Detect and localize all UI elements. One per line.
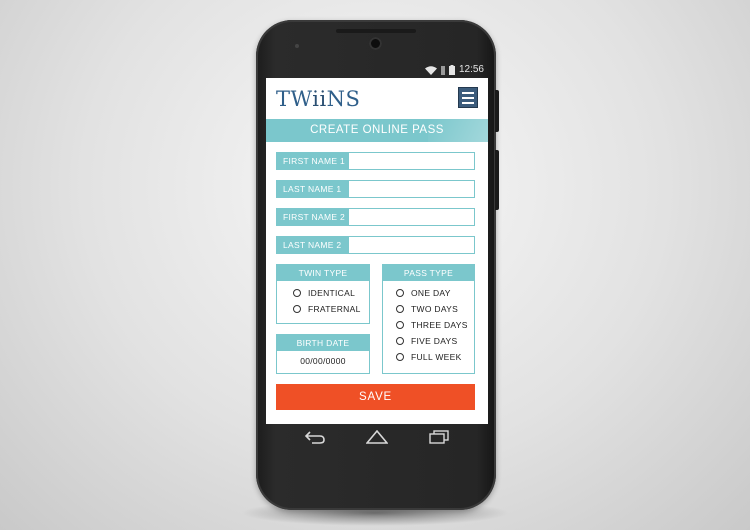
status-bar: 12:56 — [266, 62, 488, 78]
hamburger-menu-icon[interactable] — [458, 87, 478, 108]
radio-icon[interactable] — [396, 337, 404, 345]
option-label: ONE DAY — [411, 288, 451, 298]
back-icon[interactable] — [304, 430, 326, 444]
first-name-1-input[interactable] — [349, 153, 474, 169]
first-name-1-field[interactable]: FIRST NAME 1 — [276, 152, 475, 170]
radio-icon[interactable] — [396, 305, 404, 313]
field-label: FIRST NAME 2 — [277, 209, 349, 225]
birth-date-group[interactable]: BIRTH DATE 00/00/0000 — [276, 334, 370, 374]
logo-part: NS — [326, 87, 361, 111]
app-screen: TWiiNS CREATE ONLINE PASS FIRST NAME 1 L… — [266, 78, 488, 424]
field-label: FIRST NAME 1 — [277, 153, 349, 169]
pass-type-option-three-days[interactable]: THREE DAYS — [396, 317, 474, 333]
power-button — [495, 90, 499, 132]
logo-part: TW — [276, 87, 313, 111]
last-name-2-field[interactable]: LAST NAME 2 — [276, 236, 475, 254]
radio-icon[interactable] — [293, 289, 301, 297]
option-label: TWO DAYS — [411, 304, 459, 314]
sensor-dot — [295, 44, 299, 48]
page-title: CREATE ONLINE PASS — [266, 119, 488, 142]
last-name-2-input[interactable] — [349, 237, 474, 253]
twin-type-option-identical[interactable]: IDENTICAL — [293, 285, 369, 301]
save-button[interactable]: SAVE — [276, 384, 475, 410]
app-header: TWiiNS — [266, 78, 488, 118]
android-nav-bar — [266, 424, 488, 454]
option-label: FULL WEEK — [411, 352, 462, 362]
front-camera — [369, 37, 382, 50]
pass-type-heading: PASS TYPE — [383, 265, 474, 281]
battery-icon — [448, 65, 455, 75]
pass-type-option-one-day[interactable]: ONE DAY — [396, 285, 474, 301]
home-icon[interactable] — [366, 430, 388, 444]
twins-logo: TWiiNS — [276, 87, 360, 111]
recents-icon[interactable] — [428, 430, 450, 444]
radio-icon[interactable] — [396, 353, 404, 361]
logo-part: ii — [312, 87, 327, 111]
first-name-2-input[interactable] — [349, 209, 474, 225]
pass-type-option-two-days[interactable]: TWO DAYS — [396, 301, 474, 317]
pass-type-group: PASS TYPE ONE DAY TWO DAYS THREE DAYS FI… — [382, 264, 475, 374]
twin-type-group: TWIN TYPE IDENTICAL FRATERNAL — [276, 264, 370, 324]
earpiece — [336, 29, 416, 33]
option-label: FIVE DAYS — [411, 336, 458, 346]
field-label: LAST NAME 1 — [277, 181, 349, 197]
birth-date-value[interactable]: 00/00/0000 — [277, 351, 369, 371]
radio-icon[interactable] — [396, 289, 404, 297]
signal-icon — [440, 65, 445, 75]
volume-button — [495, 150, 499, 210]
field-label: LAST NAME 2 — [277, 237, 349, 253]
status-time: 12:56 — [458, 64, 484, 75]
wifi-icon — [424, 65, 437, 75]
last-name-1-field[interactable]: LAST NAME 1 — [276, 180, 475, 198]
first-name-2-field[interactable]: FIRST NAME 2 — [276, 208, 475, 226]
radio-icon[interactable] — [293, 305, 301, 313]
option-label: IDENTICAL — [308, 288, 356, 298]
last-name-1-input[interactable] — [349, 181, 474, 197]
radio-icon[interactable] — [396, 321, 404, 329]
twin-type-heading: TWIN TYPE — [277, 265, 369, 281]
pass-type-option-five-days[interactable]: FIVE DAYS — [396, 333, 474, 349]
pass-type-option-full-week[interactable]: FULL WEEK — [396, 349, 474, 365]
twin-type-option-fraternal[interactable]: FRATERNAL — [293, 301, 369, 317]
option-label: FRATERNAL — [308, 304, 361, 314]
option-label: THREE DAYS — [411, 320, 468, 330]
birth-date-heading: BIRTH DATE — [277, 335, 369, 351]
